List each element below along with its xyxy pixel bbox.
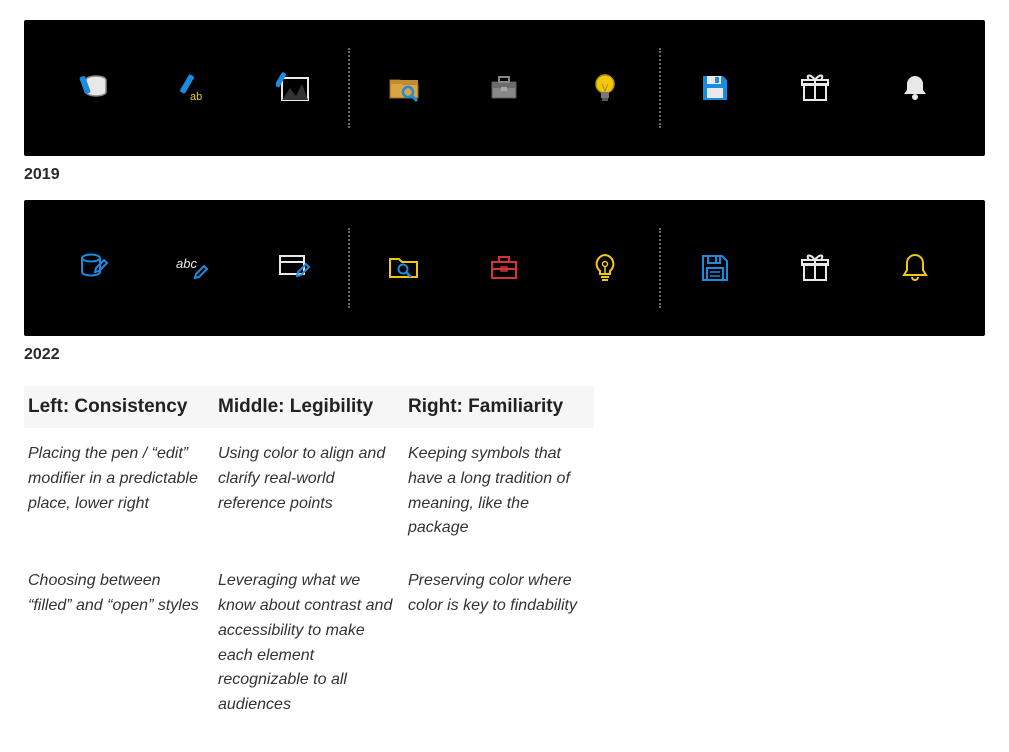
gift-icon	[791, 244, 839, 292]
year-label-2019: 2019	[24, 166, 985, 184]
separator	[659, 48, 661, 128]
principles-grid: Left: Consistency Middle: Legibility Rig…	[24, 386, 604, 732]
text-legibility-1: Using color to align and clarify real-wo…	[218, 442, 396, 541]
group-consistency-2019: ab	[44, 64, 344, 112]
save-floppy-icon	[691, 244, 739, 292]
edit-rename-icon: ab	[170, 64, 218, 112]
edit-rename-icon: abc	[170, 244, 218, 292]
icon-bar-2022: abc	[24, 200, 985, 336]
briefcase-icon	[480, 64, 528, 112]
text-consistency-2: Choosing between “filled” and “open” sty…	[28, 569, 206, 718]
bell-icon	[891, 64, 939, 112]
lightbulb-icon	[581, 244, 629, 292]
bell-icon	[891, 244, 939, 292]
group-legibility-2022	[354, 244, 654, 292]
heading-legibility: Middle: Legibility	[214, 386, 404, 428]
edit-window-icon	[270, 244, 318, 292]
briefcase-icon	[480, 244, 528, 292]
group-familiarity-2019	[665, 64, 965, 112]
separator	[659, 228, 661, 308]
folder-search-icon	[380, 64, 428, 112]
text-legibility-2: Leveraging what we know about contrast a…	[218, 569, 396, 718]
heading-familiarity: Right: Familiarity	[404, 386, 594, 428]
icon-bar-2019: ab	[24, 20, 985, 156]
gift-icon	[791, 64, 839, 112]
separator	[348, 228, 350, 308]
edit-cylinder-icon	[70, 64, 118, 112]
text-familiarity-2: Preserving color where color is key to f…	[408, 569, 586, 718]
group-familiarity-2022	[665, 244, 965, 292]
save-floppy-icon	[691, 64, 739, 112]
heading-consistency: Left: Consistency	[24, 386, 214, 428]
group-legibility-2019	[354, 64, 654, 112]
separator	[348, 48, 350, 128]
lightbulb-icon	[581, 64, 629, 112]
folder-search-icon	[380, 244, 428, 292]
year-label-2022: 2022	[24, 346, 985, 364]
edit-image-icon	[270, 64, 318, 112]
svg-text:ab: ab	[190, 91, 202, 103]
text-familiarity-1: Keeping symbols that have a long traditi…	[408, 442, 586, 541]
edit-cylinder-icon	[70, 244, 118, 292]
svg-text:abc: abc	[176, 256, 197, 271]
text-consistency-1: Placing the pen / “edit” modifier in a p…	[28, 442, 206, 541]
group-consistency-2022: abc	[44, 244, 344, 292]
